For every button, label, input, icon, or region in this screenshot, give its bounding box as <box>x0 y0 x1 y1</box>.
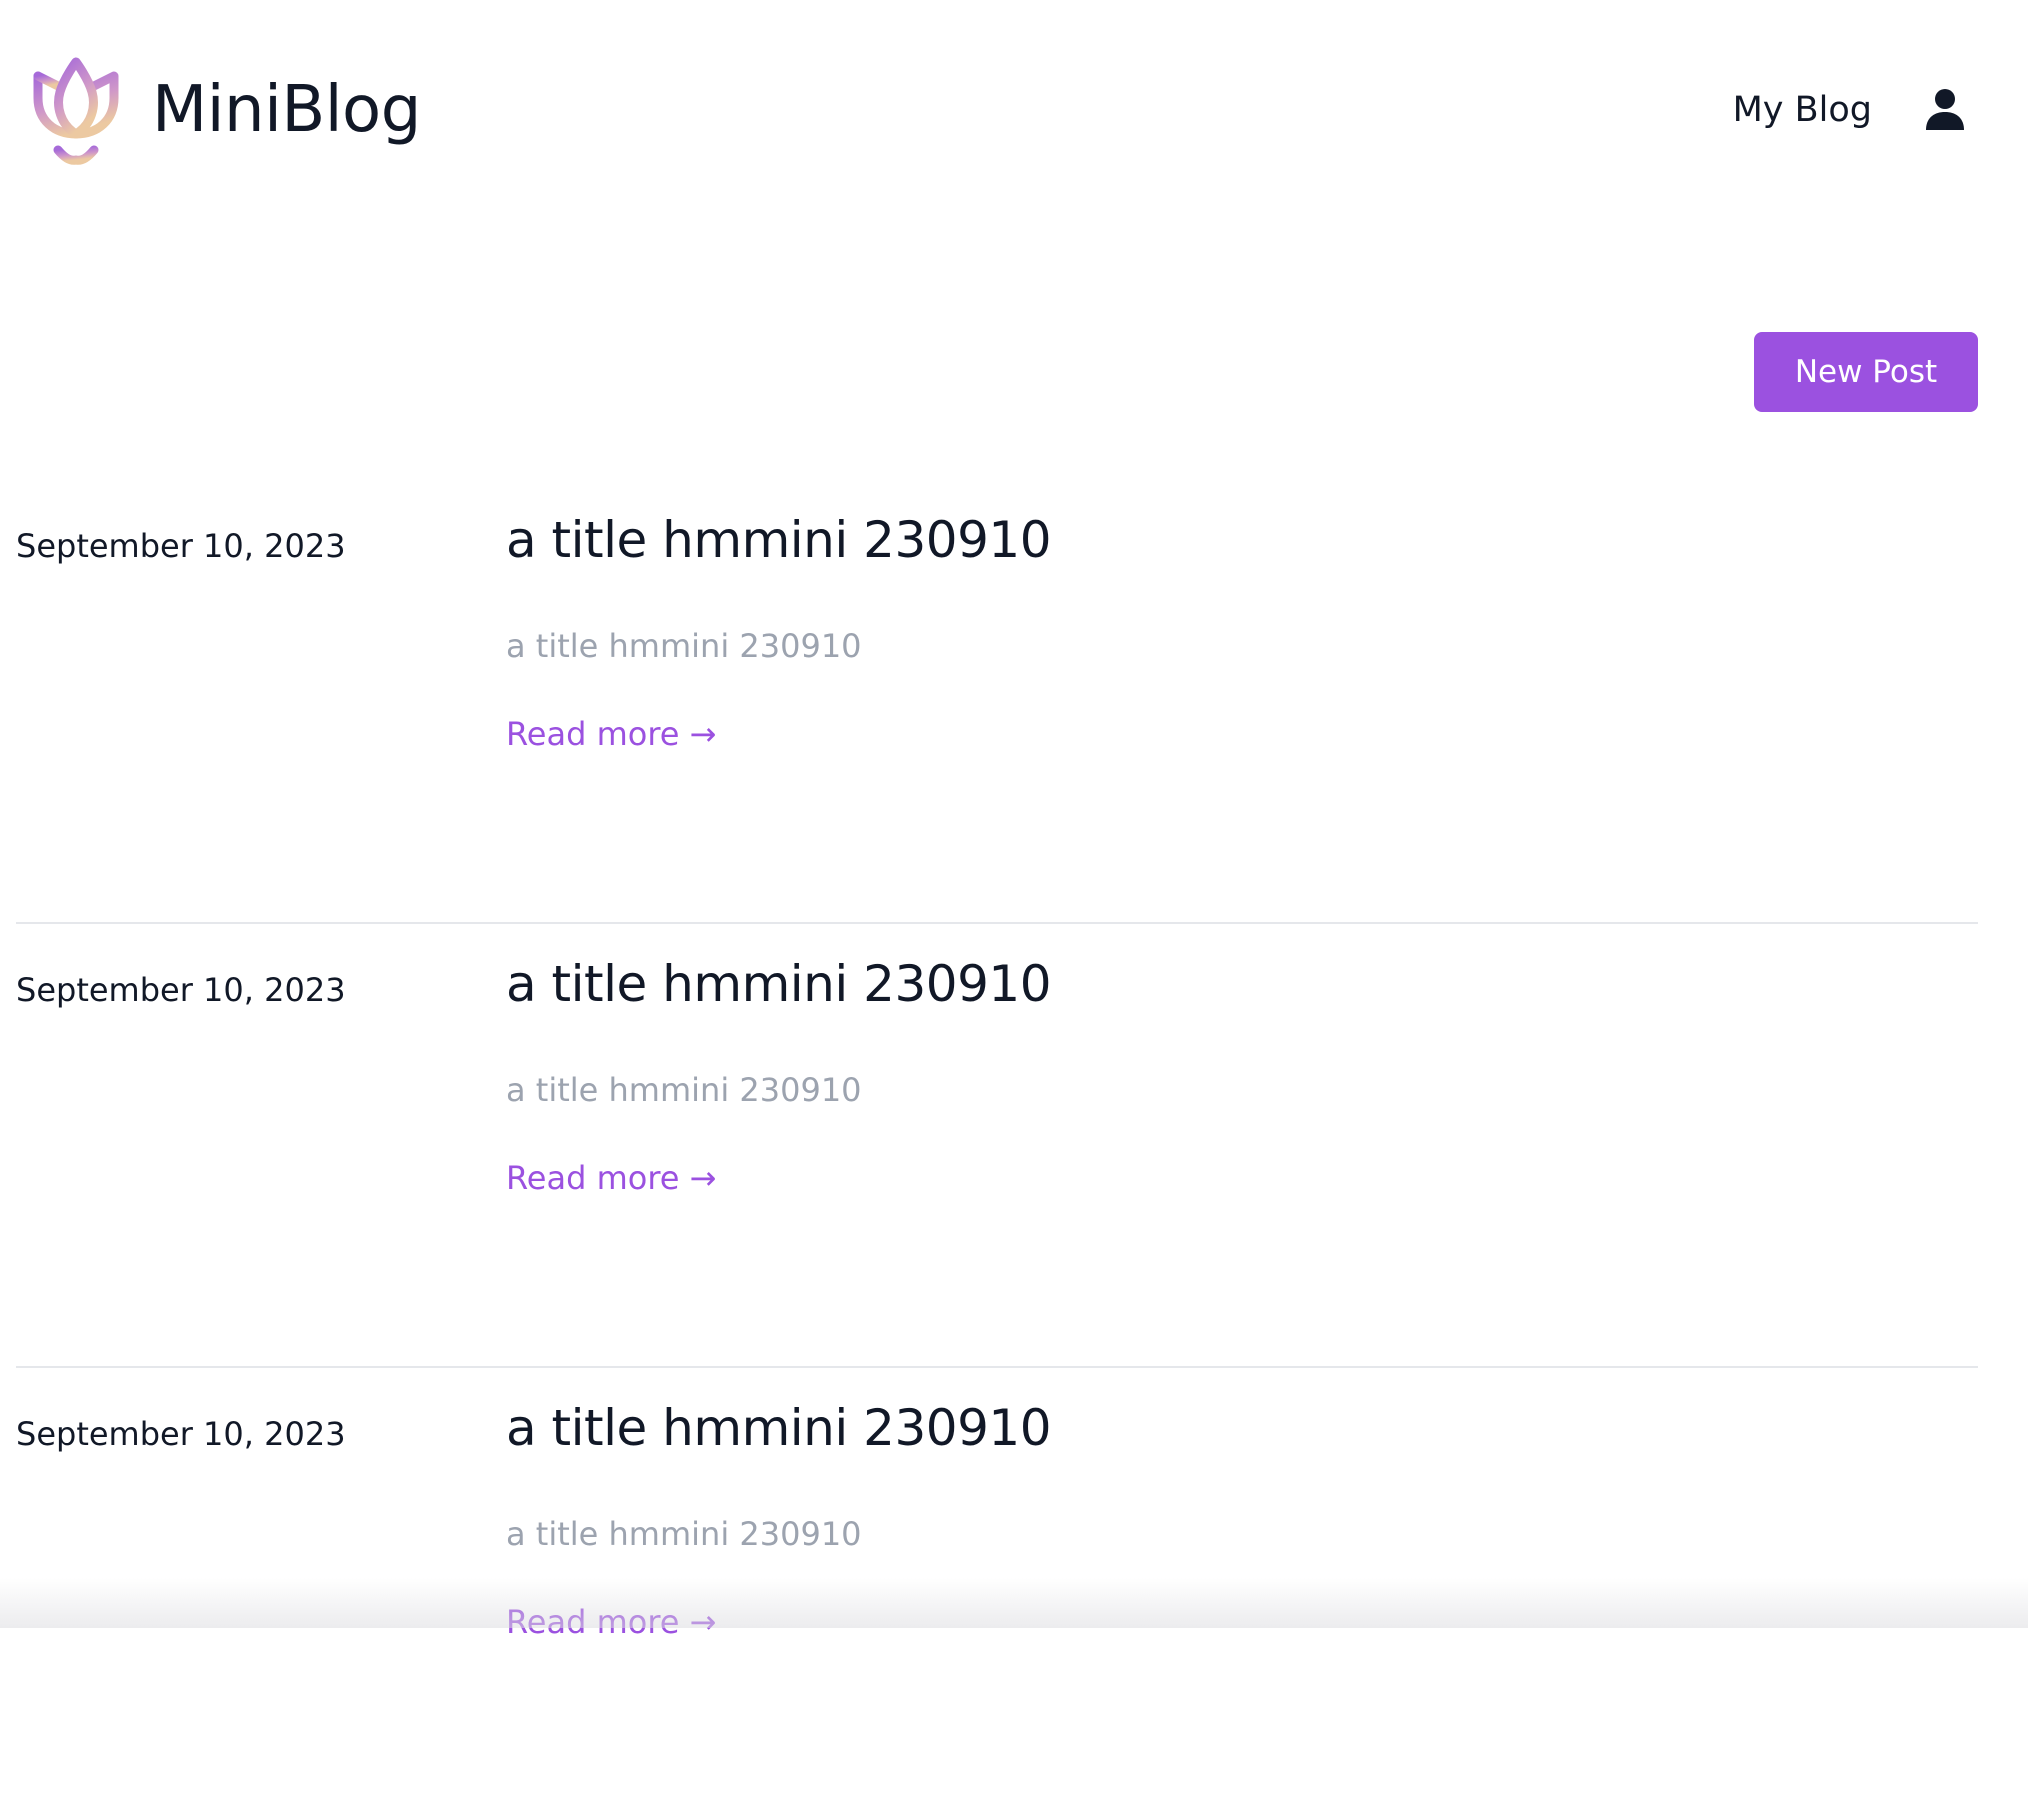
post-date: September 10, 2023 <box>16 971 346 1009</box>
read-more-label: Read more <box>506 1159 680 1197</box>
brand-title[interactable]: MiniBlog <box>152 68 421 152</box>
post-item: September 10, 2023 a title hmmini 230910… <box>16 1368 1978 1812</box>
post-list: September 10, 2023 a title hmmini 230910… <box>16 480 1978 1812</box>
nav-my-blog-link[interactable]: My Blog <box>1733 88 1872 132</box>
post-summary: a title hmmini 230910 <box>506 1071 862 1109</box>
post-item: September 10, 2023 a title hmmini 230910… <box>16 480 1978 924</box>
user-icon[interactable] <box>1924 88 1966 132</box>
read-more-link[interactable]: Read more → <box>506 1154 716 1202</box>
post-title[interactable]: a title hmmini 230910 <box>506 1392 1052 1464</box>
read-more-link[interactable]: Read more → <box>506 710 716 758</box>
post-date: September 10, 2023 <box>16 1415 346 1453</box>
arrow-right-icon: → <box>689 1603 717 1641</box>
post-title[interactable]: a title hmmini 230910 <box>506 504 1052 576</box>
arrow-right-icon: → <box>689 715 717 753</box>
post-summary: a title hmmini 230910 <box>506 627 862 665</box>
post-item: September 10, 2023 a title hmmini 230910… <box>16 924 1978 1368</box>
read-more-link[interactable]: Read more → <box>506 1598 716 1646</box>
arrow-right-icon: → <box>689 1159 717 1197</box>
new-post-button[interactable]: New Post <box>1754 332 1978 412</box>
site-header: MiniBlog My Blog <box>0 0 1980 224</box>
post-date: September 10, 2023 <box>16 527 346 565</box>
read-more-label: Read more <box>506 1603 680 1641</box>
post-title[interactable]: a title hmmini 230910 <box>506 948 1052 1020</box>
read-more-label: Read more <box>506 715 680 753</box>
post-summary: a title hmmini 230910 <box>506 1515 862 1553</box>
tulip-logo-icon[interactable] <box>30 54 122 166</box>
